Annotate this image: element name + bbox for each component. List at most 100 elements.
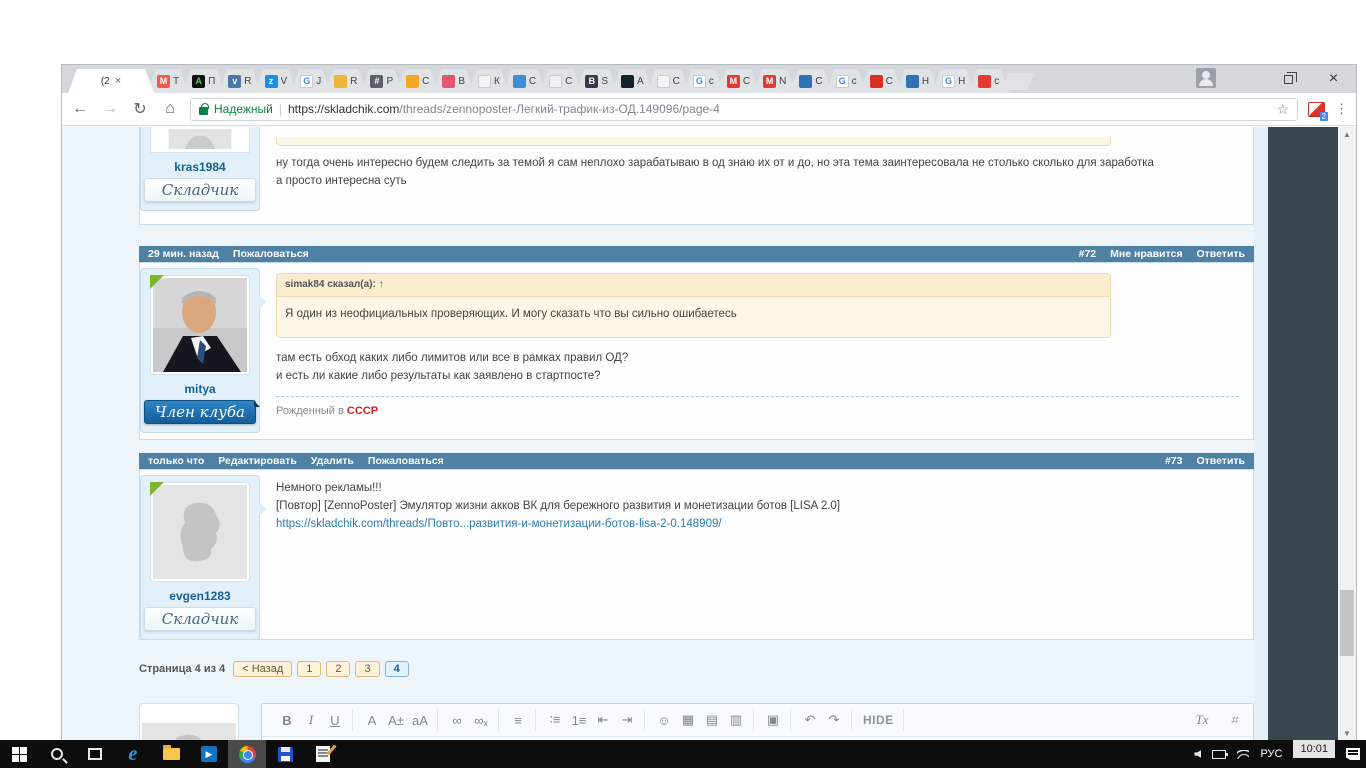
tab-13[interactable]: A [611,69,654,93]
save-draft-button[interactable]: ▣ [762,709,784,731]
post-time[interactable]: 29 мин. назад [148,248,219,260]
pagination-page-4[interactable]: 4 [384,661,409,677]
back-button[interactable]: ← [70,100,90,118]
bullet-list-button[interactable]: ∶≡ [544,709,566,731]
tab-19[interactable]: Gс [826,69,867,93]
pagination-page-2[interactable]: 2 [326,661,351,677]
tab-6[interactable]: # P [360,69,403,93]
restore-window-button[interactable] [1266,65,1311,93]
notepad-app-button[interactable] [304,740,342,768]
tab-21[interactable]: H [896,69,939,93]
alignment-button[interactable]: ≡ [507,709,529,731]
new-tab-button[interactable] [1001,73,1036,90]
edge-taskbar-button[interactable]: e [114,740,152,768]
signature-link[interactable]: СССР [347,405,378,417]
tab-2[interactable]: vR [218,69,261,93]
report-link[interactable]: Пожаловаться [233,248,309,260]
username-link[interactable]: mitya [141,382,259,396]
undo-button[interactable]: ↶ [799,709,821,731]
close-window-button[interactable]: × [1311,65,1356,93]
outdent-button[interactable]: ⇤ [592,709,614,731]
bold-button[interactable]: B [276,709,298,731]
url-text[interactable]: https://skladchik.com/threads/zennoposte… [288,102,720,116]
tab-close-icon[interactable]: × [115,75,121,87]
insert-media-button[interactable]: ▤ [701,709,723,731]
font-family-button[interactable]: aA [409,709,431,731]
scroll-up-icon[interactable]: ▲ [1338,127,1356,141]
bookmark-star-icon[interactable]: ☆ [1276,101,1289,118]
scrollbar-thumb[interactable] [1340,590,1354,656]
action-center-icon[interactable] [1346,748,1360,760]
tab-12[interactable]: BS [575,69,618,93]
tab-17[interactable]: MN [753,69,796,93]
reply-link[interactable]: Ответить [1196,455,1245,467]
scrollbar[interactable]: ▲ ▼ [1338,127,1356,740]
pagination-page-3[interactable]: 3 [355,661,380,677]
tab-5[interactable]: R [324,69,367,93]
tab-9[interactable]: К [468,69,510,93]
scroll-down-icon[interactable]: ▼ [1338,726,1356,740]
redo-button[interactable]: ↷ [823,709,845,731]
insert-quote-button[interactable]: ▥ [725,709,747,731]
edit-link[interactable]: Редактировать [218,455,297,467]
pagination-page-1[interactable]: 1 [297,661,322,677]
italic-button[interactable]: I [300,709,322,731]
reply-editor[interactable]: BIUAA±aA∞∞ₓ≡∶≡1≡⇤⇥☺▦▤▥▣↶↷HIDETx⌗ Напишит… [261,703,1254,740]
report-link[interactable]: Пожаловаться [368,455,444,467]
tab-18[interactable]: C [789,69,832,93]
address-bar[interactable]: Надежный | https://skladchik.com/threads… [190,97,1298,121]
post-time[interactable]: только что [148,455,204,467]
extension-icon[interactable]: 2 [1308,101,1328,121]
tab-22[interactable]: GH [932,69,975,93]
text-color-button[interactable]: A [361,709,383,731]
profile-icon[interactable] [1196,68,1216,88]
underline-button[interactable]: U [324,709,346,731]
insert-image-button[interactable]: ▦ [677,709,699,731]
start-button[interactable] [0,740,38,768]
username-link[interactable]: kras1984 [141,160,259,174]
chrome-menu-icon[interactable]: ⋮ [1335,101,1348,117]
tab-11[interactable]: C [539,69,582,93]
avatar[interactable] [150,127,250,153]
pagination-prev-button[interactable]: < Назад [233,661,293,677]
tab-20[interactable]: C [860,69,903,93]
home-button[interactable]: ⌂ [160,100,180,118]
tab-3[interactable]: zV [255,69,298,93]
tab-1[interactable]: AП [182,69,225,93]
language-indicator[interactable]: РУС [1260,748,1282,760]
tab-4[interactable]: GJ [290,69,331,93]
tab-15[interactable]: Gс [683,69,724,93]
delete-link[interactable]: Удалить [311,455,354,467]
indent-button[interactable]: ⇥ [616,709,638,731]
volume-icon[interactable] [1194,750,1202,758]
quote-block[interactable]: simak84 сказал(а): ↑ Я один из неофициал… [276,273,1111,339]
hide-tag-button[interactable]: HIDE [860,709,897,731]
battery-icon[interactable] [1212,749,1229,759]
post-number[interactable]: #72 [1079,248,1097,260]
unlink-button[interactable]: ∞ₓ [470,709,492,731]
save-app-button[interactable] [266,740,304,768]
like-link[interactable]: Мне нравится [1110,248,1182,260]
chrome-taskbar-button[interactable] [228,740,266,768]
tab-16[interactable]: MC [717,69,760,93]
smilies-button[interactable]: ☺ [653,709,675,731]
tab-0[interactable]: MT [147,69,189,93]
video-app-button[interactable]: ▶ [190,740,228,768]
insert-link-button[interactable]: ∞ [446,709,468,731]
tab-7[interactable]: C [396,69,439,93]
reload-button[interactable]: ↻ [130,99,150,119]
forward-button[interactable]: → [100,100,120,118]
remove-formatting-button[interactable]: Tx [1191,709,1213,731]
wifi-icon[interactable] [1237,750,1249,759]
tab-8[interactable]: B [432,69,475,93]
quote-author[interactable]: simak84 сказал(а): ↑ [277,274,1110,297]
numbered-list-button[interactable]: 1≡ [568,709,590,731]
post-link[interactable]: https://skladchik.com/threads/Повто...ра… [276,518,722,530]
tab-14[interactable]: C [647,69,690,93]
font-size-button[interactable]: A± [385,709,407,731]
file-explorer-button[interactable] [152,740,190,768]
post-number[interactable]: #73 [1165,455,1183,467]
avatar[interactable] [150,275,250,375]
avatar[interactable] [150,482,250,582]
reply-link[interactable]: Ответить [1196,248,1245,260]
